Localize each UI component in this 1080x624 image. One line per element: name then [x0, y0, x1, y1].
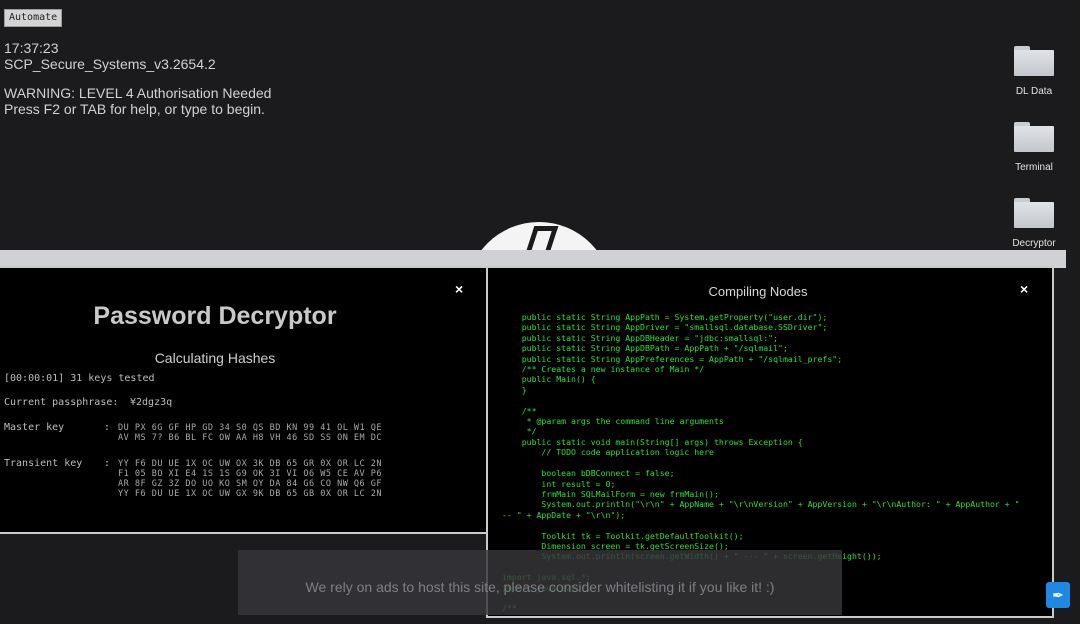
transient-key-hex-0: YY F6 DU UE 1X OC UW OX 3K DB 65 GR 0X O… [118, 459, 383, 469]
transient-key-hex-2: AR 8F GZ 3Z DO UO KO SM OY DA 84 G6 CO N… [118, 479, 383, 489]
code-line: */ [502, 426, 537, 437]
ad-notice-banner: We rely on ads to host this site, please… [238, 550, 842, 615]
folder-icon [1014, 198, 1054, 228]
code-line: System.out.println("\r\n" + AppName + "\… [502, 499, 1020, 510]
code-line: // TODO code application logic here [502, 447, 714, 458]
clock-text: 17:37:23 [4, 40, 59, 56]
code-line: frmMain SQLMailForm = new frmMain(); [502, 488, 719, 499]
automate-button[interactable]: Automate [4, 9, 63, 27]
master-key-label: Master key [4, 422, 65, 433]
system-version-text: SCP_Secure_Systems_v3.2654.2 [4, 56, 216, 72]
code-line: public static String AppDBPath = AppPath… [502, 343, 788, 354]
code-line: } [502, 384, 527, 395]
window-title: Password Decryptor [93, 302, 337, 330]
code-line: public static void main(String[] args) t… [502, 436, 803, 447]
desktop-icon-label: Terminal [1015, 162, 1053, 173]
code-line: public static String AppDBHeader = "jdbc… [502, 332, 779, 343]
desktop-icon-label: DL Data [1015, 86, 1053, 97]
desktop-icon-label: Decryptor [1012, 238, 1056, 249]
code-line: /** [502, 405, 537, 416]
colon-separator: : [104, 458, 111, 469]
desktop-icon-decryptor[interactable]: Decryptor [1006, 198, 1062, 249]
folder-icon [1014, 46, 1054, 76]
window-subtitle: Calculating Hashes [154, 350, 276, 366]
folder-icon [1014, 122, 1054, 152]
code-line: -- " + AppDate + "\r\n"); [502, 509, 626, 520]
colon-separator: : [104, 422, 111, 433]
code-line: int result = 0; [502, 478, 616, 489]
transient-key-hex-1: F1 05 BO XI E4 1S 1S G9 OK 3I VI O6 W5 C… [118, 469, 383, 479]
warning-text: WARNING: LEVEL 4 Authorisation Needed [4, 85, 272, 101]
code-line: * @param args the command line arguments [502, 416, 724, 427]
master-key-hex-1: AV MS 7? B6 BL FC OW AA H8 VH 46 SD SS O… [118, 433, 383, 443]
code-line: public Main() { [502, 374, 596, 385]
help-text: Press F2 or TAB for help, or type to beg… [4, 101, 265, 117]
transient-key-label: Transient key [4, 458, 83, 469]
password-decryptor-window[interactable]: × Password Decryptor Calculating Hashes … [0, 266, 488, 534]
code-line: public static String AppPreferences = Ap… [502, 353, 843, 364]
desktop-icon-dl-data[interactable]: DL Data [1006, 46, 1062, 97]
feather-icon[interactable]: ✒ [1046, 582, 1070, 608]
transient-key-hex-3: YY F6 DU UE 1X OC UW GX 9K DB 65 GB 0X O… [118, 489, 383, 499]
desktop-icon-terminal[interactable]: Terminal [1006, 122, 1062, 173]
window-title: Compiling Nodes [708, 284, 808, 299]
code-line: public static String AppPath = System.ge… [502, 312, 828, 322]
keys-tested-text: [00:00:01] 31 keys tested [4, 373, 155, 384]
passphrase-value: ¥2dgz3q [130, 397, 173, 408]
code-line: Toolkit tk = Toolkit.getDefaultToolkit()… [502, 530, 744, 541]
code-line: /** Creates a new instance of Main */ [502, 364, 705, 375]
code-line: public static String AppDriver = "smalls… [502, 322, 828, 333]
passphrase-label: Current passphrase: [4, 397, 119, 408]
code-line: boolean bDBConnect = false; [502, 468, 675, 479]
master-key-hex-0: DU PX 6G GF HP GD 34 S0 QS BD KN 99 41 O… [118, 423, 383, 433]
close-icon[interactable]: × [455, 281, 463, 297]
